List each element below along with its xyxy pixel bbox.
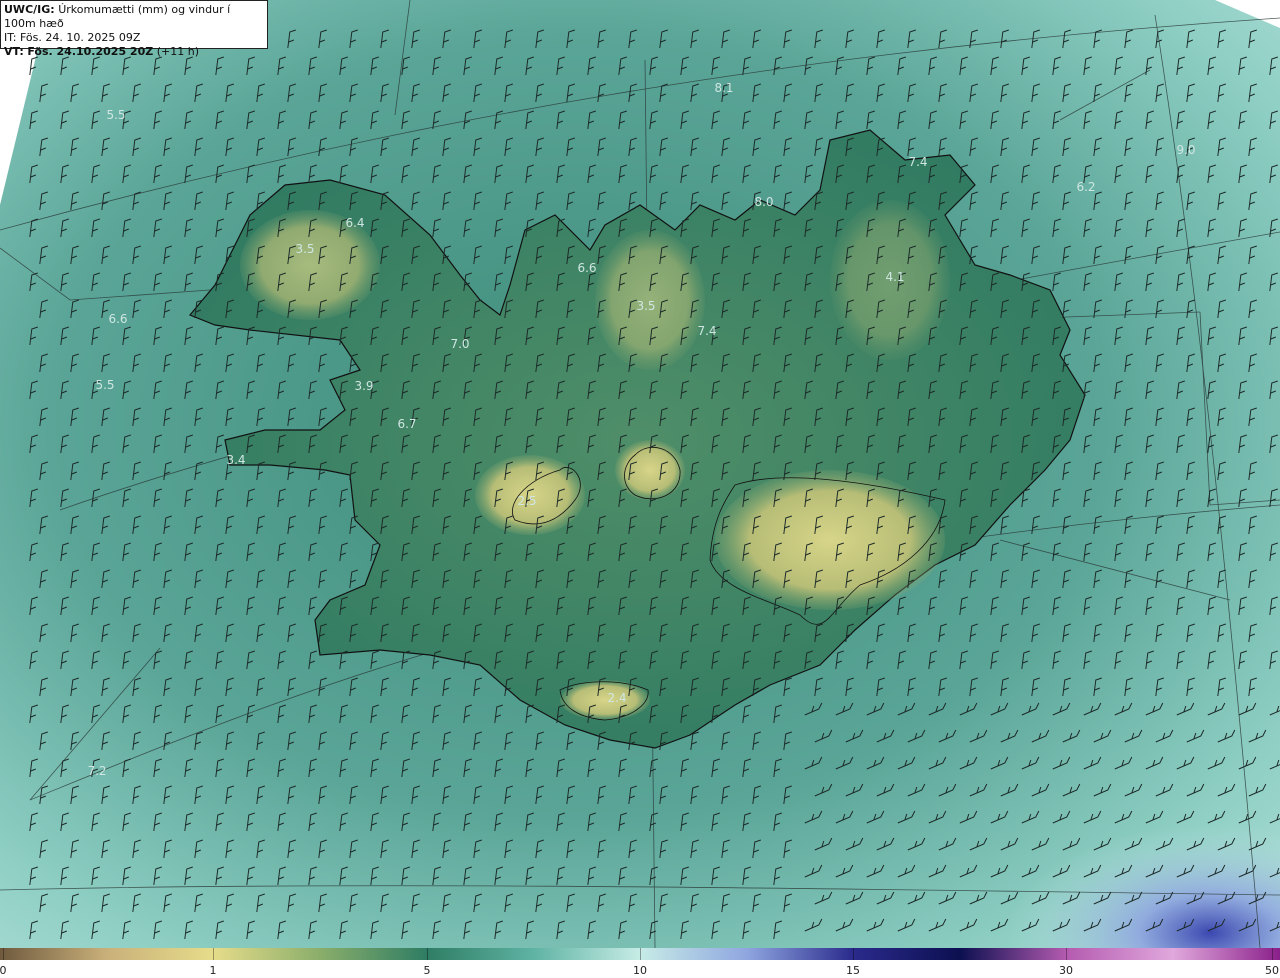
value-label: 5.5	[95, 378, 115, 392]
value-label: 8.1	[714, 81, 734, 95]
colorbar-tick-mark	[1066, 948, 1067, 960]
value-label: 7.4	[697, 324, 717, 338]
colorbar-tick-label: 5	[423, 964, 431, 977]
valid-time: Fös. 24.10.2025 20Z	[27, 45, 154, 58]
colorbar-tick-label: 15	[846, 964, 860, 977]
lead-time: (+11 h)	[156, 45, 199, 58]
value-label: 7.0	[450, 337, 470, 351]
colorbar-tick-label: 0	[0, 964, 7, 977]
value-label: 5.5	[106, 108, 126, 122]
value-label: 3.5	[636, 299, 656, 313]
map-canvas	[0, 0, 1280, 948]
value-label: 6.6	[577, 261, 597, 275]
colorbar-tick-label: 30	[1059, 964, 1073, 977]
colorbar: 0 1 5 10 15 30 50	[0, 948, 1280, 978]
value-label: 6.7	[397, 417, 417, 431]
info-box: UWC/IG: Úrkomumætti (mm) og vindur í 100…	[0, 0, 268, 58]
value-label: 6.4	[345, 216, 365, 230]
valid-time-line: VT: Fös. 24.10.2025 20Z (+11 h)	[4, 45, 264, 59]
value-label: 4.1	[885, 270, 905, 284]
colorbar-tick-label: 10	[633, 964, 647, 977]
colorbar-tick-mark	[3, 948, 4, 960]
initial-time: IT: Fös. 24. 10. 2025 09Z	[4, 31, 141, 44]
value-label: 3.5	[295, 242, 315, 256]
value-label: 3.4	[226, 453, 246, 467]
colorbar-tick-mark	[853, 948, 854, 960]
product-code: UWC/IG:	[4, 3, 55, 16]
colorbar-tick-mark	[640, 948, 641, 960]
colorbar-tick-mark	[213, 948, 214, 960]
value-label: 7.2	[87, 764, 107, 778]
colorbar-tick-mark	[427, 948, 428, 960]
value-label: 2.5	[517, 494, 537, 508]
value-label: 6.6	[108, 312, 128, 326]
value-label: 9.0	[1176, 143, 1196, 157]
value-label: 3.9	[354, 379, 374, 393]
title-line: UWC/IG: Úrkomumætti (mm) og vindur í 100…	[4, 3, 264, 31]
colorbar-tick-label: 50	[1265, 964, 1279, 977]
valid-prefix: VT:	[4, 45, 24, 58]
value-label: 6.2	[1076, 180, 1096, 194]
glacier-vatnajokull	[715, 470, 945, 610]
colorbar-tick-label: 1	[209, 964, 217, 977]
colorbar-tick-mark	[1272, 948, 1273, 960]
value-label: 8.0	[754, 195, 774, 209]
value-label: 2.4	[607, 691, 627, 705]
forecast-map: 5.5 8.1 7.4 9.0 6.2 8.0 6.4 3.5 6.6 3.5 4.1 6.6 7.4 7…	[0, 0, 1280, 948]
value-label: 7.4	[908, 155, 928, 169]
